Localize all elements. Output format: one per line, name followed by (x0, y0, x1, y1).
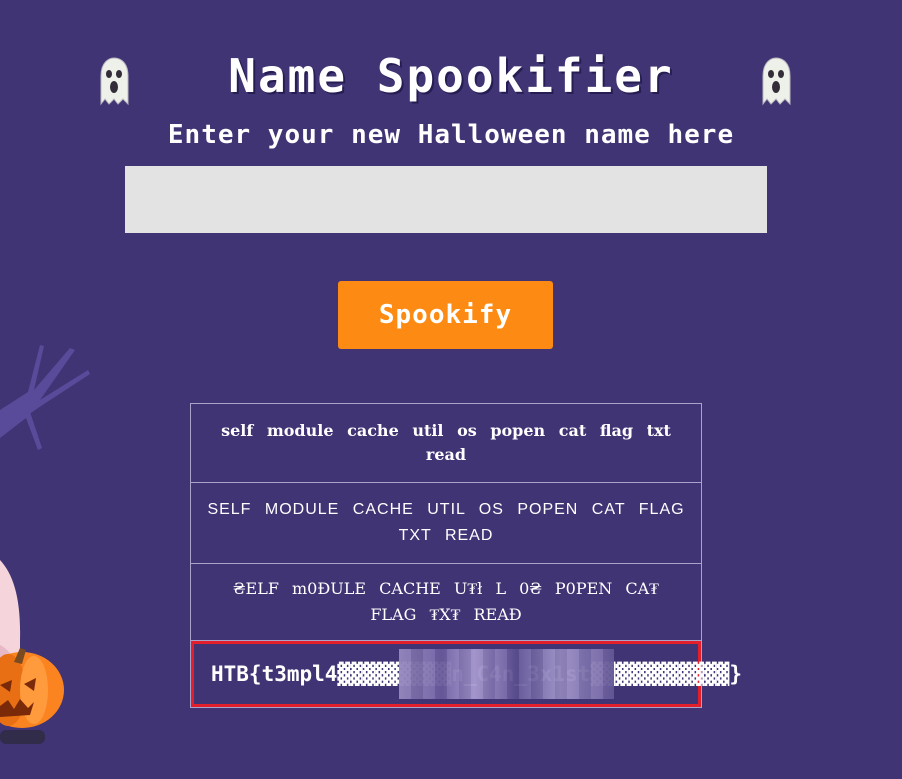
result-cell-fancy-font: self module cache util os popen cat flag… (190, 403, 702, 483)
result-cell-small-caps: SELF MODULE CACHE UTIL OS POPEN CAT FLAG… (190, 482, 702, 564)
result-cell-flag: HTB{t3mpl4▓▓▓▓▓▓▓▓▓n_C4n_3x1st▓▓▓▓▓▓▓▓▓▓… (190, 640, 742, 708)
spookify-button[interactable]: Spookify (338, 281, 553, 349)
blurred-flag-region (399, 649, 614, 699)
table-row: SELF MODULE CACHE UTIL OS POPEN CAT FLAG… (190, 482, 702, 564)
page-subtitle: Enter your new Halloween name here (167, 120, 735, 150)
halloween-name-input[interactable] (125, 166, 767, 233)
ghost-icon (762, 57, 791, 106)
header: Name Spookifier (0, 48, 902, 112)
flag-highlight-box: HTB{t3mpl4▓▓▓▓▓▓▓▓▓n_C4n_3x1st▓▓▓▓▓▓▓▓▓▓… (191, 641, 742, 707)
spookified-results-table: self module cache util os popen cat flag… (190, 403, 742, 708)
table-row: HTB{t3mpl4▓▓▓▓▓▓▓▓▓n_C4n_3x1st▓▓▓▓▓▓▓▓▓▓… (190, 640, 742, 708)
tree-branch-decoration (0, 345, 90, 450)
result-cell-currency-font: ₴ELF m0ĐULE CACHE U₮ł L 0₴ P0PEN CA₮ FLA… (190, 563, 702, 641)
pumpkin-decoration (0, 560, 64, 744)
table-row: self module cache util os popen cat flag… (190, 403, 702, 483)
table-row: ₴ELF m0ĐULE CACHE U₮ł L 0₴ P0PEN CA₮ FLA… (190, 563, 702, 641)
